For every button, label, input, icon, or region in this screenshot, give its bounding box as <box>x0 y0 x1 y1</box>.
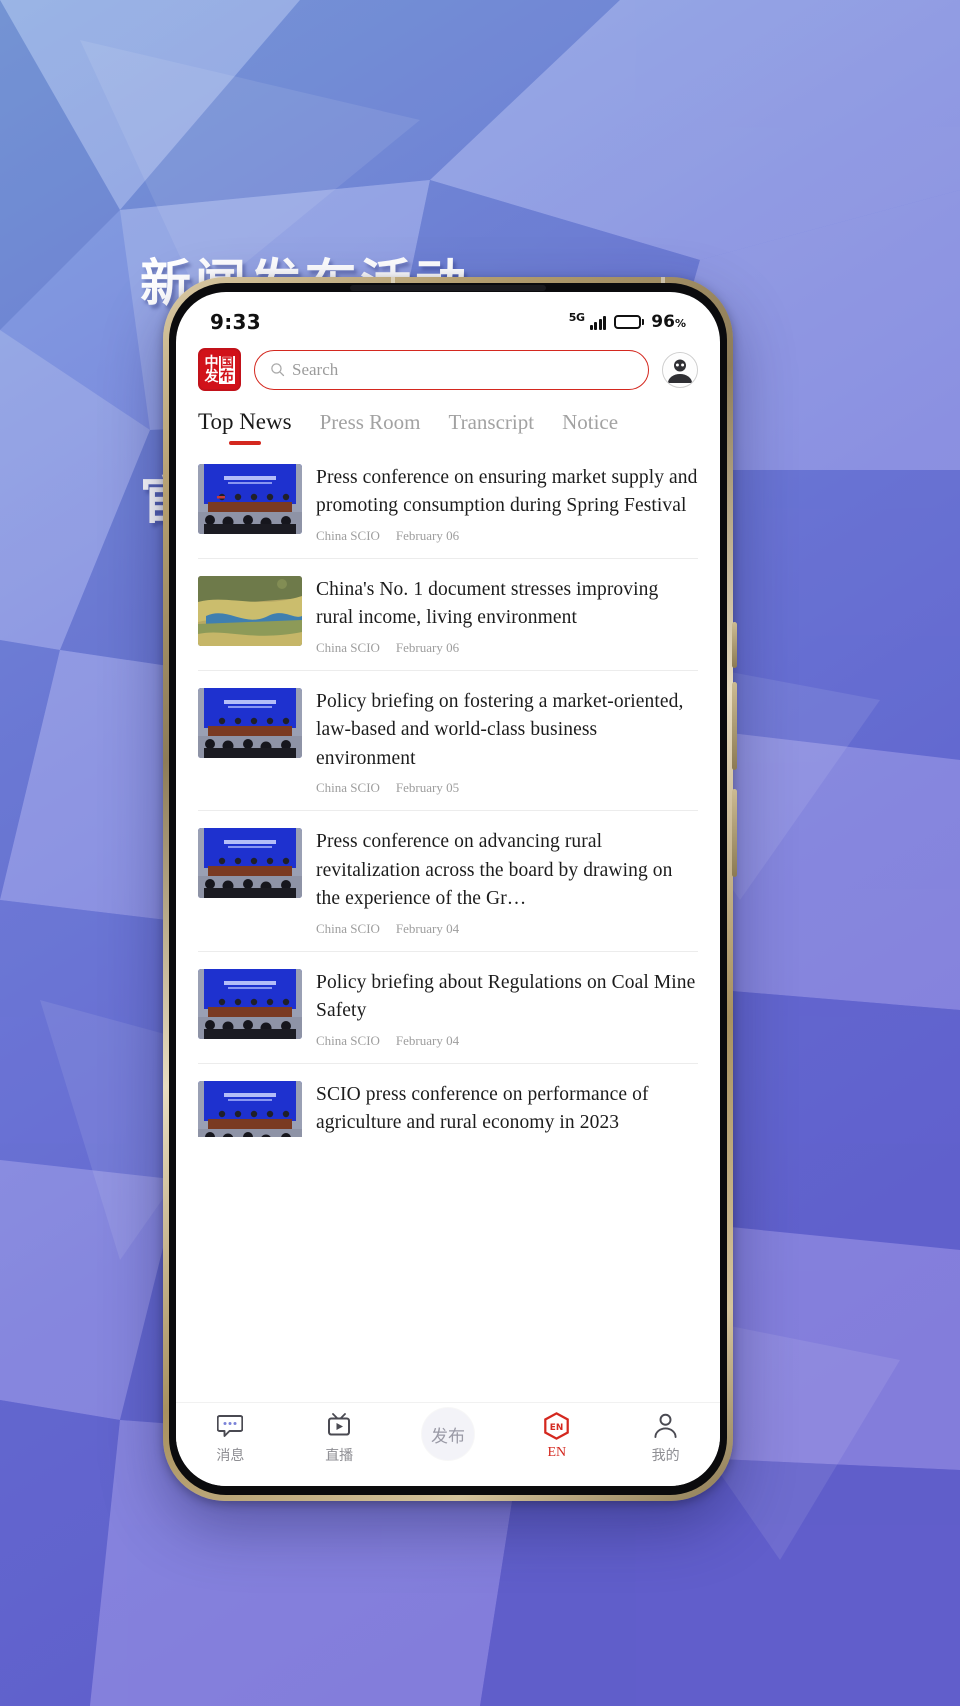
earpiece-speaker <box>350 285 546 291</box>
press-conference-thumbnail-icon <box>198 1080 302 1137</box>
tab-press-room-label: Press Room <box>319 410 421 434</box>
tab-active-indicator <box>228 441 261 445</box>
news-content: China's No. 1 document stresses improvin… <box>316 576 698 656</box>
news-content: Policy briefing about Regulations on Coa… <box>316 969 698 1049</box>
news-thumbnail <box>198 828 302 899</box>
phone-side-button-volume-down[interactable] <box>732 789 737 877</box>
news-title[interactable]: Press conference on ensuring market supp… <box>316 464 698 521</box>
news-content: Press conference on advancing rural revi… <box>316 828 698 936</box>
press-conference-thumbnail-icon <box>198 464 302 534</box>
news-thumbnail <box>198 1080 302 1137</box>
news-list-item[interactable]: Policy briefing on fostering a market-or… <box>198 671 698 812</box>
press-conference-thumbnail-icon <box>198 828 302 899</box>
phone-screen: 9:33 5G 96% 中国 发布 Search Top News Press … <box>176 292 720 1486</box>
news-source: China SCIO <box>316 1032 380 1048</box>
logo-char-2: 国 <box>219 354 235 371</box>
news-date: February 06 <box>395 527 460 543</box>
tab-top-news[interactable]: Top News <box>198 409 292 447</box>
search-bar[interactable]: Search <box>254 349 649 390</box>
news-content: Press conference on ensuring market supp… <box>316 464 698 544</box>
news-content: Policy briefing on fostering a market-or… <box>316 688 698 796</box>
news-title[interactable]: SCIO press conference on performance of … <box>316 1081 698 1137</box>
avatar-icon <box>664 353 696 386</box>
news-date: February 04 <box>395 920 460 936</box>
news-source: China SCIO <box>316 780 380 796</box>
news-thumbnail <box>198 968 302 1039</box>
news-list-item[interactable]: Press conference on ensuring market supp… <box>198 447 698 559</box>
tab-notice-label: Notice <box>562 410 619 434</box>
network-5g-label: 5G <box>568 310 585 324</box>
tab-top-news-label: Top News <box>198 409 292 434</box>
rural-landscape-thumbnail-icon <box>198 575 302 646</box>
app-header-bar: 中国 发布 Search <box>176 342 720 401</box>
category-tab-bar: Top News Press Room Transcript Notice <box>176 401 720 447</box>
news-meta: China SCIO February 06 <box>316 640 698 656</box>
en-hexagon-icon: EN <box>543 1411 570 1440</box>
news-title[interactable]: Policy briefing about Regulations on Coa… <box>316 969 698 1026</box>
search-icon <box>271 363 285 377</box>
logo-char-3: 发 <box>204 368 219 385</box>
news-source: China SCIO <box>316 527 380 543</box>
tab-press-room[interactable]: Press Room <box>320 410 421 447</box>
tabbar-item-profile[interactable]: 我的 <box>611 1412 720 1465</box>
tab-transcript-label: Transcript <box>448 410 535 434</box>
news-list-item[interactable]: Press conference on advancing rural revi… <box>198 811 698 952</box>
tabbar-label-english: EN <box>547 1445 567 1460</box>
news-source: China SCIO <box>316 920 380 936</box>
battery-percent-label: 96% <box>651 312 686 332</box>
tabbar-label-messages: 消息 <box>216 1448 245 1464</box>
phone-bezel: 9:33 5G 96% 中国 发布 Search Top News Press … <box>169 283 727 1495</box>
tabbar-label-profile: 我的 <box>651 1448 680 1464</box>
press-conference-thumbnail-icon <box>198 968 302 1039</box>
news-content: SCIO press conference on performance of … <box>316 1081 698 1137</box>
svg-text:EN: EN <box>550 1422 563 1432</box>
news-title[interactable]: China's No. 1 document stresses improvin… <box>316 576 698 633</box>
tabbar-item-english[interactable]: EN EN <box>502 1411 611 1461</box>
live-tv-icon <box>326 1412 352 1439</box>
battery-icon <box>614 315 645 329</box>
phone-side-button-volume-up[interactable] <box>732 682 737 770</box>
news-list-item[interactable]: Policy briefing about Regulations on Coa… <box>198 952 698 1064</box>
status-bar-time: 9:33 <box>210 310 261 334</box>
person-icon <box>653 1412 678 1439</box>
status-bar-indicators: 5G 96% <box>568 310 686 333</box>
user-avatar-button[interactable] <box>662 351 698 388</box>
signal-strength-icon <box>589 315 607 330</box>
press-conference-thumbnail-icon <box>198 687 302 758</box>
news-date: February 05 <box>395 780 460 796</box>
message-icon <box>217 1412 244 1439</box>
logo-char-1: 中 <box>204 354 219 371</box>
tab-transcript[interactable]: Transcript <box>449 410 535 447</box>
news-source: China SCIO <box>316 639 380 655</box>
bottom-tab-bar: 消息 直播 发布 EN EN 我的 <box>176 1402 720 1486</box>
status-bar: 9:33 5G 96% <box>176 292 720 342</box>
news-meta: China SCIO February 06 <box>316 528 698 544</box>
news-list[interactable]: Press conference on ensuring market supp… <box>176 447 720 1137</box>
news-thumbnail <box>198 575 302 646</box>
news-date: February 04 <box>395 1032 460 1048</box>
phone-side-button-mute[interactable] <box>732 622 737 668</box>
news-title[interactable]: Press conference on advancing rural revi… <box>316 828 698 913</box>
publish-button[interactable]: 发布 <box>421 1408 474 1460</box>
news-meta: China SCIO February 04 <box>316 921 698 937</box>
tabbar-item-publish[interactable]: 发布 <box>394 1408 503 1460</box>
logo-char-4: 布 <box>219 368 235 385</box>
news-list-item[interactable]: China's No. 1 document stresses improvin… <box>198 559 698 671</box>
news-title[interactable]: Policy briefing on fostering a market-or… <box>316 688 698 773</box>
news-date: February 06 <box>395 639 460 655</box>
news-thumbnail <box>198 464 302 534</box>
tabbar-item-messages[interactable]: 消息 <box>176 1412 285 1465</box>
news-thumbnail <box>198 687 302 758</box>
tabbar-item-live[interactable]: 直播 <box>285 1412 394 1465</box>
news-meta: China SCIO February 05 <box>316 780 698 796</box>
tab-notice[interactable]: Notice <box>562 410 618 447</box>
news-meta: China SCIO February 04 <box>316 1033 698 1049</box>
news-list-item[interactable]: SCIO press conference on performance of … <box>198 1064 698 1137</box>
china-scio-logo[interactable]: 中国 发布 <box>198 348 241 391</box>
tabbar-label-live: 直播 <box>325 1448 354 1464</box>
phone-device-frame: 9:33 5G 96% 中国 发布 Search Top News Press … <box>163 277 737 1501</box>
search-input-placeholder[interactable]: Search <box>292 360 338 380</box>
